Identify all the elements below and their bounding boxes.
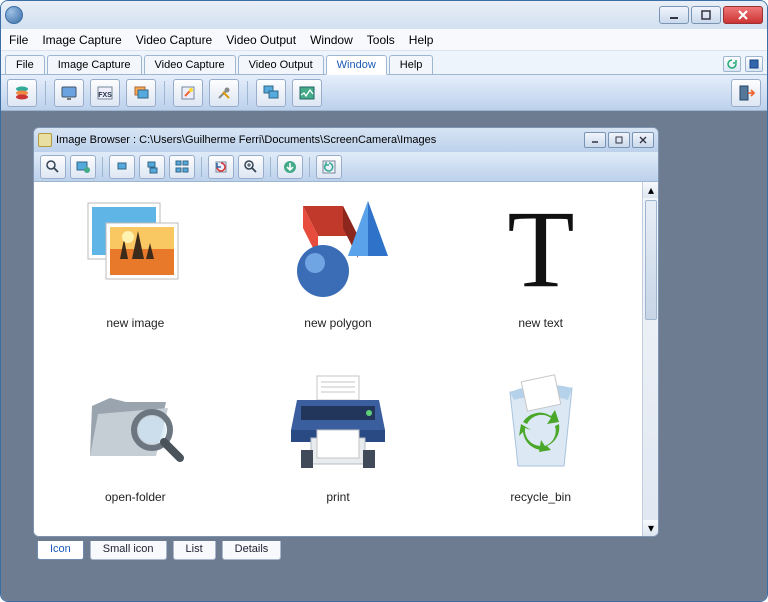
image-browser-window: Image Browser : C:\Users\Guilherme Ferri… <box>33 127 659 537</box>
svg-text:T: T <box>507 196 574 306</box>
tab-video-capture[interactable]: Video Capture <box>144 55 236 74</box>
file-item-new-text[interactable]: T new text <box>439 190 642 330</box>
tab-help[interactable]: Help <box>389 55 434 74</box>
file-label: new image <box>34 316 237 330</box>
thumb-large-icon[interactable] <box>169 155 195 179</box>
menu-video-output[interactable]: Video Output <box>226 33 296 47</box>
minimize-button[interactable] <box>659 6 689 24</box>
file-item-new-polygon[interactable]: new polygon <box>237 190 440 330</box>
app-window: File Image Capture Video Capture Video O… <box>0 0 768 602</box>
print-icon <box>283 370 393 480</box>
recycle-bin-icon <box>486 370 596 480</box>
file-viewport: new image <box>34 182 658 536</box>
menu-tools[interactable]: Tools <box>367 33 395 47</box>
menu-image-capture[interactable]: Image Capture <box>42 33 121 47</box>
ribbon-tabs: File Image Capture Video Capture Video O… <box>1 51 767 75</box>
view-tab-list[interactable]: List <box>173 541 216 560</box>
menu-bar: File Image Capture Video Capture Video O… <box>1 29 767 51</box>
file-label: new polygon <box>237 316 440 330</box>
view-tab-icon[interactable]: Icon <box>37 541 84 560</box>
file-item-open-folder[interactable]: open-folder <box>34 364 237 504</box>
tab-video-output[interactable]: Video Output <box>238 55 324 74</box>
file-item-new-image[interactable]: new image <box>34 190 237 330</box>
menu-video-capture[interactable]: Video Capture <box>136 33 213 47</box>
tab-file[interactable]: File <box>5 55 45 74</box>
folder-icon <box>38 133 52 147</box>
child-title: Image Browser : C:\Users\Guilherme Ferri… <box>56 134 584 146</box>
view-tab-small-icon[interactable]: Small icon <box>90 541 167 560</box>
toolbar-exit-icon[interactable] <box>731 79 761 107</box>
title-bar <box>1 1 767 29</box>
view-tab-details[interactable]: Details <box>222 541 282 560</box>
child-maximize-button[interactable] <box>608 132 630 148</box>
toolbar-windows-icon[interactable] <box>256 79 286 107</box>
file-item-recycle-bin[interactable]: recycle_bin <box>439 364 642 504</box>
svg-text:FXS: FXS <box>98 92 112 99</box>
thumb-small-icon[interactable] <box>109 155 135 179</box>
file-label: open-folder <box>34 490 237 504</box>
menu-window[interactable]: Window <box>310 33 353 47</box>
main-toolbar: FXS <box>1 75 767 111</box>
zoom-icon[interactable] <box>40 155 66 179</box>
toolbar-tools-icon[interactable] <box>209 79 239 107</box>
new-text-icon: T <box>486 196 596 306</box>
file-label: print <box>237 490 440 504</box>
vertical-scrollbar[interactable]: ▴ ▾ <box>642 182 658 536</box>
scroll-up-icon[interactable]: ▴ <box>643 182 658 198</box>
toolbar-magic-icon[interactable] <box>173 79 203 107</box>
scroll-down-icon[interactable]: ▾ <box>643 520 658 536</box>
tab-window[interactable]: Window <box>326 55 387 75</box>
download-icon[interactable] <box>277 155 303 179</box>
scroll-thumb[interactable] <box>645 200 657 320</box>
app-icon <box>5 6 23 24</box>
mdi-workspace: Image Browser : C:\Users\Guilherme Ferri… <box>1 111 767 601</box>
child-minimize-button[interactable] <box>584 132 606 148</box>
new-polygon-icon <box>283 196 393 306</box>
file-label: recycle_bin <box>439 490 642 504</box>
new-image-icon <box>80 196 190 306</box>
close-button[interactable] <box>723 6 763 24</box>
refresh-icon[interactable] <box>723 56 741 72</box>
file-label: new text <box>439 316 642 330</box>
file-grid: new image <box>34 182 642 536</box>
child-toolbar <box>34 152 658 182</box>
refresh-child-icon[interactable] <box>316 155 342 179</box>
menu-help[interactable]: Help <box>409 33 434 47</box>
toolbar-fxs-icon[interactable]: FXS <box>90 79 120 107</box>
child-close-button[interactable] <box>632 132 654 148</box>
toolbar-monitor-icon[interactable] <box>54 79 84 107</box>
toolbar-activity-icon[interactable] <box>292 79 322 107</box>
tab-image-capture[interactable]: Image Capture <box>47 55 142 74</box>
open-folder-icon <box>80 370 190 480</box>
rotate-icon[interactable] <box>208 155 234 179</box>
edit-image-icon[interactable] <box>70 155 96 179</box>
toolbar-images-icon[interactable] <box>126 79 156 107</box>
toolbar-button-1[interactable] <box>7 79 37 107</box>
menu-file[interactable]: File <box>9 33 28 47</box>
file-item-print[interactable]: print <box>237 364 440 504</box>
view-tabs: Icon Small icon List Details <box>33 541 747 563</box>
config-icon[interactable] <box>745 56 763 72</box>
child-title-bar[interactable]: Image Browser : C:\Users\Guilherme Ferri… <box>34 128 658 152</box>
maximize-button[interactable] <box>691 6 721 24</box>
zoom-in-icon[interactable] <box>238 155 264 179</box>
thumb-medium-icon[interactable] <box>139 155 165 179</box>
